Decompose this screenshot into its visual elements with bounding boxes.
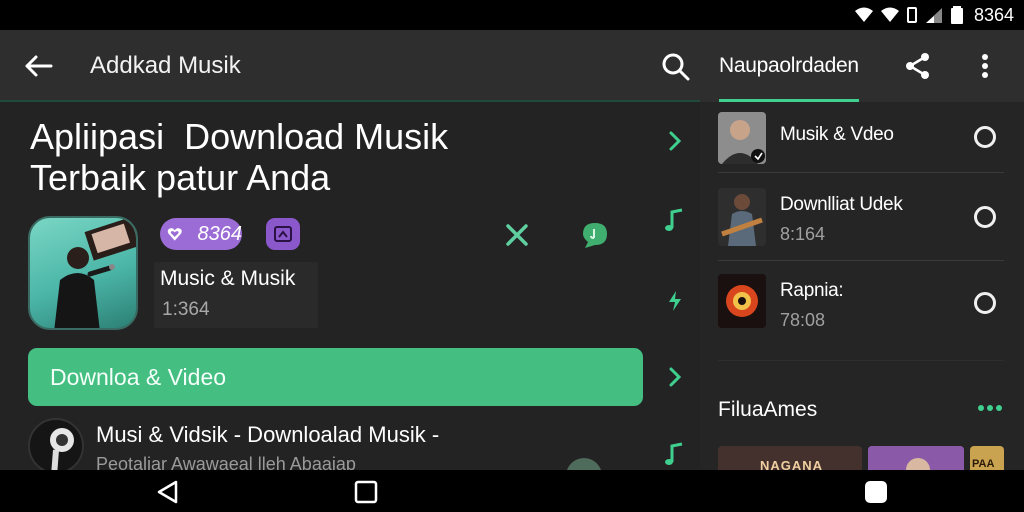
- cross-icon: [506, 224, 528, 246]
- image-frame-icon: [274, 226, 292, 242]
- poster-card[interactable]: [868, 446, 964, 470]
- section-more-button[interactable]: [976, 398, 1004, 418]
- music-note-icon[interactable]: [662, 208, 688, 234]
- battery-outline-icon: [906, 7, 917, 23]
- nav-recents-icon[interactable]: [862, 478, 890, 506]
- likes-badge[interactable]: 8364: [160, 218, 242, 250]
- poster-card[interactable]: NAGANA: [718, 446, 862, 470]
- poster-card[interactable]: PAA: [970, 446, 1004, 470]
- poster-image: [868, 446, 964, 470]
- media-badge-button[interactable]: [266, 218, 300, 250]
- wifi-icon: [880, 7, 899, 22]
- page-heading: Apliipasi Download Musik Terbaik patur A…: [30, 116, 630, 198]
- more-horiz-icon: [978, 405, 1002, 411]
- person-thumbnail: [718, 112, 766, 164]
- comment-button[interactable]: [580, 220, 610, 250]
- item-duration: 78:08: [780, 310, 826, 330]
- track-duration: 1:364: [162, 299, 210, 320]
- battery-icon: [950, 6, 963, 24]
- status-bar: 8364: [0, 0, 1024, 30]
- select-radio[interactable]: [974, 292, 996, 314]
- wifi-icon: [854, 7, 873, 22]
- status-time: 8364: [973, 4, 1014, 25]
- chevron-right-icon[interactable]: [662, 364, 688, 390]
- more-vert-icon: [982, 54, 988, 78]
- floating-action-button[interactable]: [566, 458, 602, 470]
- download-panel: Musik & Vdeo Downlliat Udek 8:164 Rapnia…: [700, 102, 1024, 470]
- heading-line-2: Terbaik patur Anda: [30, 157, 331, 198]
- section-title: FiluaAmes: [718, 398, 818, 421]
- heading-line-1: Apliipasi Download Musik: [30, 116, 449, 157]
- app-window: Addkad Musik Naupaolrdaden Apliipasi Dow…: [0, 30, 1024, 470]
- track-avatar[interactable]: [28, 418, 84, 470]
- thumbnail: [718, 188, 766, 246]
- divider: [718, 360, 1004, 361]
- back-arrow-icon: [25, 55, 53, 77]
- chat-bubble-icon: [583, 223, 607, 248]
- list-item-title[interactable]: Musi & Vidsik - Downloalad Musik -: [96, 422, 439, 448]
- select-radio[interactable]: [974, 206, 996, 228]
- list-item[interactable]: Rapnia: 78:08: [718, 268, 1004, 340]
- more-options-button[interactable]: [974, 50, 996, 82]
- divider: [718, 260, 1004, 261]
- back-button[interactable]: [22, 52, 54, 80]
- guitarist-thumbnail: [718, 188, 766, 246]
- track-title: Music & Musik: [160, 267, 296, 290]
- item-duration: 8:164: [780, 224, 826, 244]
- list-item[interactable]: Downlliat Udek 8:164: [718, 182, 1004, 254]
- list-item[interactable]: Musik & Vdeo: [718, 110, 1004, 166]
- nav-back-icon[interactable]: [154, 479, 182, 505]
- bolt-icon[interactable]: [662, 288, 688, 314]
- select-radio[interactable]: [974, 126, 996, 148]
- download-video-label: Downloa & Video: [50, 363, 227, 390]
- app-bar: Addkad Musik Naupaolrdaden: [0, 30, 1024, 102]
- share-icon: [906, 53, 929, 79]
- item-title: Downlliat Udek: [780, 194, 903, 215]
- list-item-subtitle: Peotaliar Awawaeal lleh Abaaiap: [96, 454, 356, 470]
- singer-image: [54, 218, 136, 328]
- divider: [718, 172, 1004, 173]
- status-icons: 8364: [854, 4, 1014, 26]
- heart-icon: [167, 228, 182, 241]
- microphone-icon: [50, 428, 74, 470]
- app-title: Addkad Musik: [90, 52, 241, 79]
- nav-home-icon[interactable]: [352, 479, 380, 505]
- likes-count: 8364: [197, 222, 243, 245]
- music-note-icon[interactable]: [662, 442, 688, 468]
- chevron-right-icon[interactable]: [662, 128, 688, 154]
- thumbnail: [718, 112, 766, 164]
- band-logo-thumbnail: [718, 274, 766, 328]
- album-art[interactable]: [28, 216, 138, 330]
- item-title: Rapnia:: [780, 280, 844, 301]
- shuffle-button[interactable]: [502, 220, 532, 250]
- tab-downloaded[interactable]: Naupaolrdaden: [719, 54, 859, 78]
- poster-label: PAA: [972, 458, 995, 470]
- main-content: Apliipasi Download Musik Terbaik patur A…: [0, 102, 700, 470]
- search-icon: [662, 53, 690, 81]
- item-title: Musik & Vdeo: [780, 124, 894, 145]
- share-button[interactable]: [902, 50, 934, 82]
- signal-icon: [925, 8, 942, 23]
- search-button[interactable]: [660, 51, 692, 83]
- poster-row: NAGANA PAA: [718, 446, 1008, 470]
- poster-label: NAGANA: [760, 458, 824, 470]
- download-video-button[interactable]: Downloa & Video: [28, 348, 643, 406]
- thumbnail: [718, 274, 766, 328]
- system-nav-bar: [0, 470, 1024, 512]
